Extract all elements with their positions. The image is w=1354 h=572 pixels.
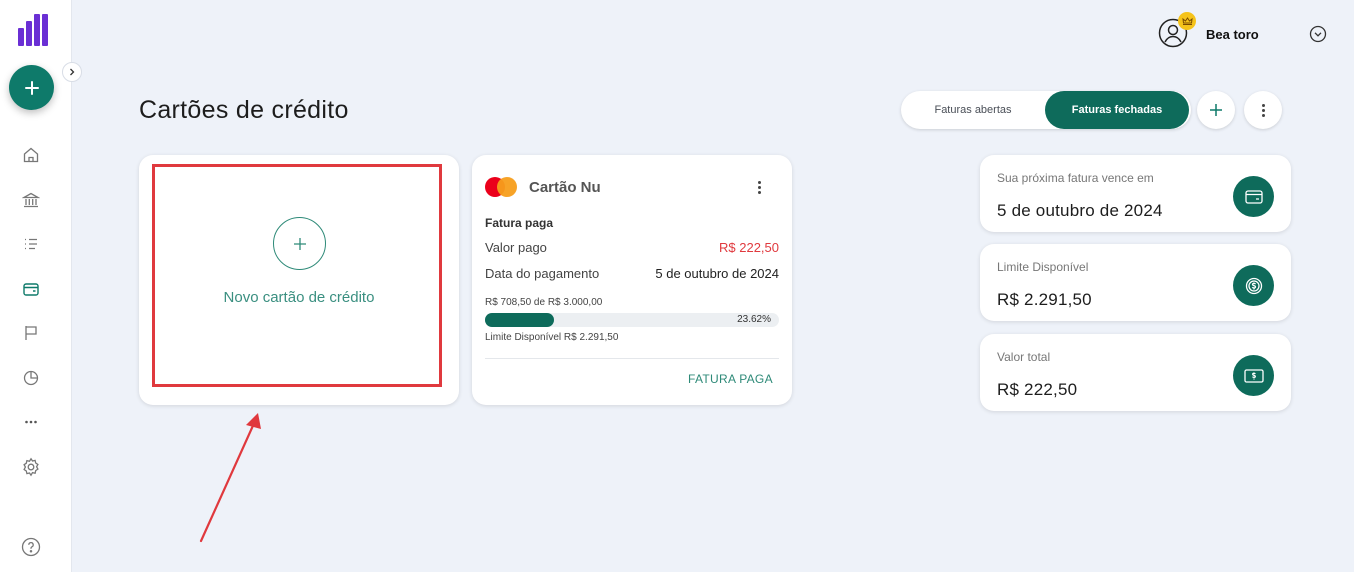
summary-value: R$ 222,50 — [997, 380, 1078, 399]
payment-date-value: 5 de outubro de 2024 — [655, 266, 779, 281]
add-fab-button[interactable] — [9, 65, 54, 110]
list-icon[interactable] — [20, 233, 42, 255]
highlight-box — [152, 164, 442, 387]
usage-progress-fill — [485, 313, 555, 327]
page-title: Cartões de crédito — [139, 96, 349, 124]
total-value-card: Valor total R$ 222,50 — [980, 334, 1291, 411]
coin-icon — [1233, 265, 1274, 306]
flag-icon[interactable] — [20, 322, 42, 344]
available-limit-text: Limite Disponível R$ 2.291,50 — [485, 332, 619, 343]
usage-percent: 23.62% — [737, 314, 771, 325]
summary-value: 5 de outubro de 2024 — [997, 201, 1163, 220]
paid-amount-label: Valor pago — [485, 240, 547, 255]
app-logo[interactable] — [18, 14, 48, 46]
help-icon[interactable] — [20, 536, 42, 558]
gear-icon[interactable] — [20, 456, 42, 478]
chevron-right-icon — [70, 68, 75, 76]
plus-icon — [1210, 104, 1222, 116]
add-card-button[interactable] — [1197, 91, 1235, 129]
wallet-icon[interactable] — [20, 278, 42, 300]
money-icon — [1233, 355, 1274, 396]
available-limit-card: Limite Disponível R$ 2.291,50 — [980, 244, 1291, 321]
summary-label: Limite Disponível — [997, 260, 1089, 274]
sidebar — [0, 0, 72, 572]
bank-icon[interactable] — [20, 189, 42, 211]
tab-faturas-abertas[interactable]: Faturas abertas — [901, 91, 1045, 129]
tab-faturas-fechadas[interactable]: Faturas fechadas — [1045, 91, 1189, 129]
sidebar-collapse-button[interactable] — [62, 62, 82, 82]
home-icon[interactable] — [20, 144, 42, 166]
invoice-status: Fatura paga — [485, 216, 554, 230]
divider — [485, 358, 779, 359]
card-menu-icon[interactable] — [751, 177, 767, 197]
card-name: Cartão Nu — [529, 179, 601, 196]
paid-amount-value: R$ 222,50 — [719, 240, 779, 255]
kebab-icon — [1255, 100, 1271, 120]
invoice-toggle: Faturas abertas Faturas fechadas — [901, 91, 1191, 129]
credit-card-tile: Cartão Nu Fatura paga Valor pago R$ 222,… — [472, 155, 792, 405]
invoice-paid-button[interactable]: FATURA PAGA — [688, 372, 773, 386]
user-profile[interactable] — [1158, 12, 1196, 48]
mastercard-logo — [485, 177, 519, 197]
pie-chart-icon[interactable] — [20, 367, 42, 389]
usage-progress-bar: 23.62% — [485, 313, 779, 327]
plus-icon — [24, 80, 39, 95]
card-icon — [1233, 176, 1274, 217]
usage-text: R$ 708,50 de R$ 3.000,00 — [485, 297, 603, 308]
summary-label: Sua próxima fatura vence em — [997, 171, 1154, 185]
avatar — [1158, 12, 1196, 48]
summary-label: Valor total — [997, 350, 1051, 364]
user-name: Bea toro — [1206, 27, 1259, 42]
summary-value: R$ 2.291,50 — [997, 290, 1092, 309]
crown-icon — [1178, 12, 1196, 30]
more-options-button[interactable] — [1244, 91, 1282, 129]
payment-date-label: Data do pagamento — [485, 266, 600, 281]
chevron-down-icon[interactable] — [1309, 25, 1327, 43]
annotation-arrow — [199, 413, 261, 543]
next-invoice-card: Sua próxima fatura vence em 5 de outubro… — [980, 155, 1291, 232]
more-icon[interactable] — [20, 411, 42, 433]
